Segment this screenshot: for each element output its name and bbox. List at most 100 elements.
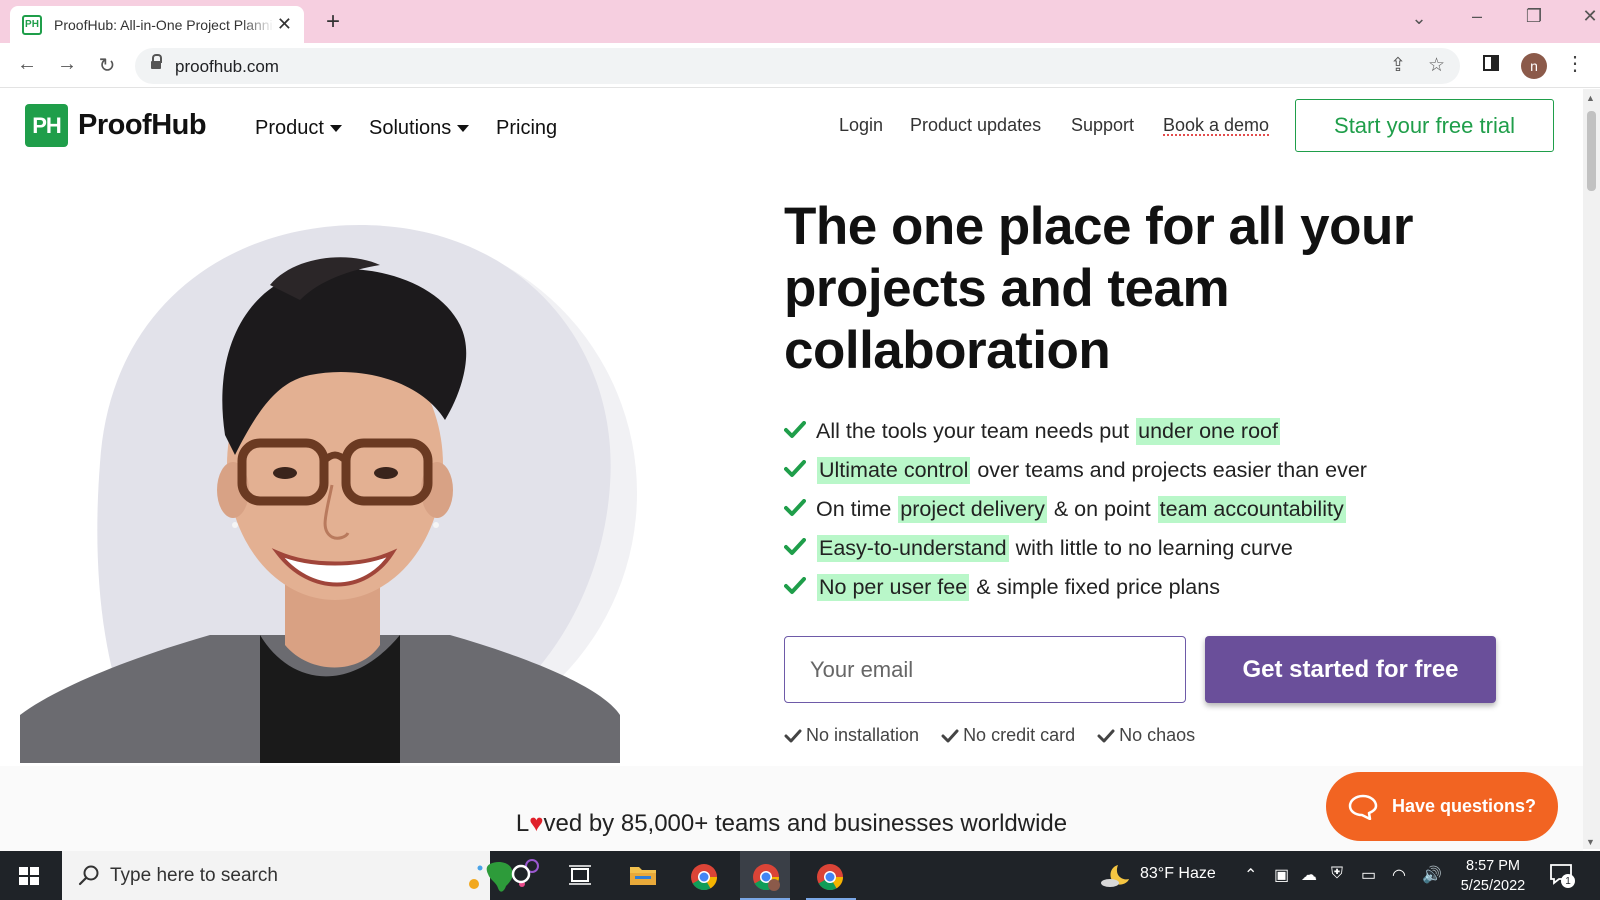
tab-close-icon[interactable]: ✕ [277,14,292,35]
proofhub-logo[interactable]: PH ProofHub [25,104,207,147]
search-placeholder: Type here to search [110,865,278,886]
url-text[interactable]: proofhub.com [175,57,279,77]
hero-headline: The one place for all your projects and … [784,196,1504,382]
feature-item: Easy-to-understand with little to no lea… [784,529,1367,568]
wifi-icon[interactable]: ◠ [1392,865,1406,885]
scroll-thumb[interactable] [1587,111,1596,191]
weather-text[interactable]: 83°F Haze [1140,865,1216,883]
nav-product[interactable]: Product [255,117,342,140]
browser-tab-strip: PH ProofHub: All-in-One Project Planning… [0,0,1600,43]
feature-highlight: under one roof [1136,418,1280,445]
feature-text: All the tools your team needs put [816,419,1130,443]
feature-text: & on point [1053,497,1151,521]
green-check-icon [784,421,806,438]
green-check-icon [784,460,806,477]
nav-pricing-label: Pricing [496,117,558,139]
feature-text: & simple fixed price plans [976,575,1220,599]
feature-highlight: project delivery [898,496,1047,523]
close-window-icon[interactable]: ✕ [1575,6,1600,27]
feature-highlight: Ultimate control [817,457,971,484]
taskbar-search-box[interactable]: Type here to search [62,851,539,900]
windows-taskbar: Type here to search 83°F Haze ⌃ ▣ ☁ ⛨ ▭ … [0,851,1600,900]
chrome-profile-icon [753,864,780,891]
start-free-trial-button[interactable]: Start your free trial [1295,99,1554,152]
feature-text: with little to no learning curve [1015,536,1293,560]
volume-icon[interactable]: 🔊 [1422,865,1442,885]
chrome-window-icon[interactable] [816,863,844,891]
browser-tab-active[interactable]: PH ProofHub: All-in-One Project Planning… [10,6,304,43]
address-bar[interactable]: proofhub.com ⇪ ☆ [135,48,1460,84]
taskbar-active-app[interactable] [740,851,790,900]
headline-line-2: projects and team [784,259,1230,318]
get-started-button[interactable]: Get started for free [1205,636,1496,703]
green-check-icon [784,499,806,516]
feature-highlight: team accountability [1157,496,1346,523]
minimize-icon[interactable]: – [1462,6,1492,27]
support-link[interactable]: Support [1071,115,1134,136]
scroll-up-arrow-icon[interactable]: ▲ [1586,93,1595,103]
logo-mark: PH [25,104,68,147]
login-link[interactable]: Login [839,115,883,136]
reload-icon[interactable]: ↻ [95,53,119,78]
caret-down-icon [329,125,342,132]
lock-icon[interactable] [151,54,162,71]
feature-list: All the tools your team needs put under … [784,412,1367,607]
onedrive-cloud-icon[interactable]: ☁ [1301,865,1317,885]
feature-text: over teams and projects easier than ever [977,458,1367,482]
windows-start-icon[interactable] [19,867,39,885]
heart-icon: ♥ [529,810,544,837]
weather-moon-icon[interactable] [1100,861,1130,889]
check-icon [1097,729,1115,742]
page-scrollbar[interactable]: ▲ ▼ [1583,89,1600,849]
restore-icon[interactable]: ❐ [1519,6,1549,27]
security-icon[interactable]: ⛨ [1331,865,1343,883]
loved-suffix: ved by 85,000+ teams and businesses worl… [543,810,1068,837]
new-tab-icon[interactable]: + [326,8,340,36]
scroll-down-arrow-icon[interactable]: ▼ [1586,837,1595,847]
headline-line-3: collaboration [784,321,1111,380]
feature-highlight: Easy-to-understand [817,535,1009,562]
email-input[interactable] [784,636,1186,703]
feature-item: On time project delivery & on point team… [784,490,1367,529]
search-icon [78,865,99,886]
back-arrow-icon[interactable]: ← [15,53,39,76]
note-item: No credit card [941,725,1075,746]
green-check-icon [784,538,806,555]
nav-solutions[interactable]: Solutions [369,117,470,140]
have-questions-chat-button[interactable]: Have questions? [1326,772,1558,841]
notification-count-badge: 1 [1561,874,1575,888]
side-panel-icon[interactable] [1483,55,1499,71]
profile-avatar[interactable]: n [1521,53,1547,79]
file-explorer-icon[interactable] [629,863,657,887]
battery-icon[interactable]: ▭ [1361,865,1376,885]
meet-now-icon[interactable]: ▣ [1274,865,1289,885]
browser-menu-icon[interactable]: ⋮ [1565,51,1585,76]
note-item: No chaos [1097,725,1195,746]
chat-bubble-icon [1348,794,1378,820]
nav-product-label: Product [255,117,324,139]
notification-center-icon[interactable]: 1 [1549,862,1575,888]
green-check-icon [784,577,806,594]
show-hidden-icons-chevron-icon[interactable]: ⌃ [1244,865,1257,885]
tab-search-chevron-icon[interactable]: ⌄ [1404,8,1434,29]
note-text: No chaos [1119,725,1196,745]
nav-solutions-label: Solutions [369,117,452,139]
product-updates-link[interactable]: Product updates [910,115,1041,136]
clock-date: 5/25/2022 [1460,878,1526,894]
feature-highlight: No per user fee [817,574,970,601]
caret-down-icon [457,125,470,132]
nav-pricing[interactable]: Pricing [496,117,557,140]
forward-arrow-icon[interactable]: → [55,53,79,76]
book-demo-link[interactable]: Book a demo [1163,115,1269,136]
share-icon[interactable]: ⇪ [1390,54,1406,77]
headline-line-1: The one place for all your [784,197,1414,256]
chrome-icon[interactable] [690,863,718,891]
system-clock[interactable]: 8:57 PM 5/25/2022 [1448,856,1538,896]
note-text: No credit card [963,725,1076,745]
address-toolbar: ← → ↻ proofhub.com ⇪ ☆ n ⋮ [0,43,1600,88]
bookmark-star-icon[interactable]: ☆ [1428,54,1445,77]
cortana-icon[interactable] [510,863,532,885]
task-view-icon[interactable] [568,863,592,885]
check-icon [941,729,959,742]
proofhub-favicon-icon: PH [22,14,42,35]
